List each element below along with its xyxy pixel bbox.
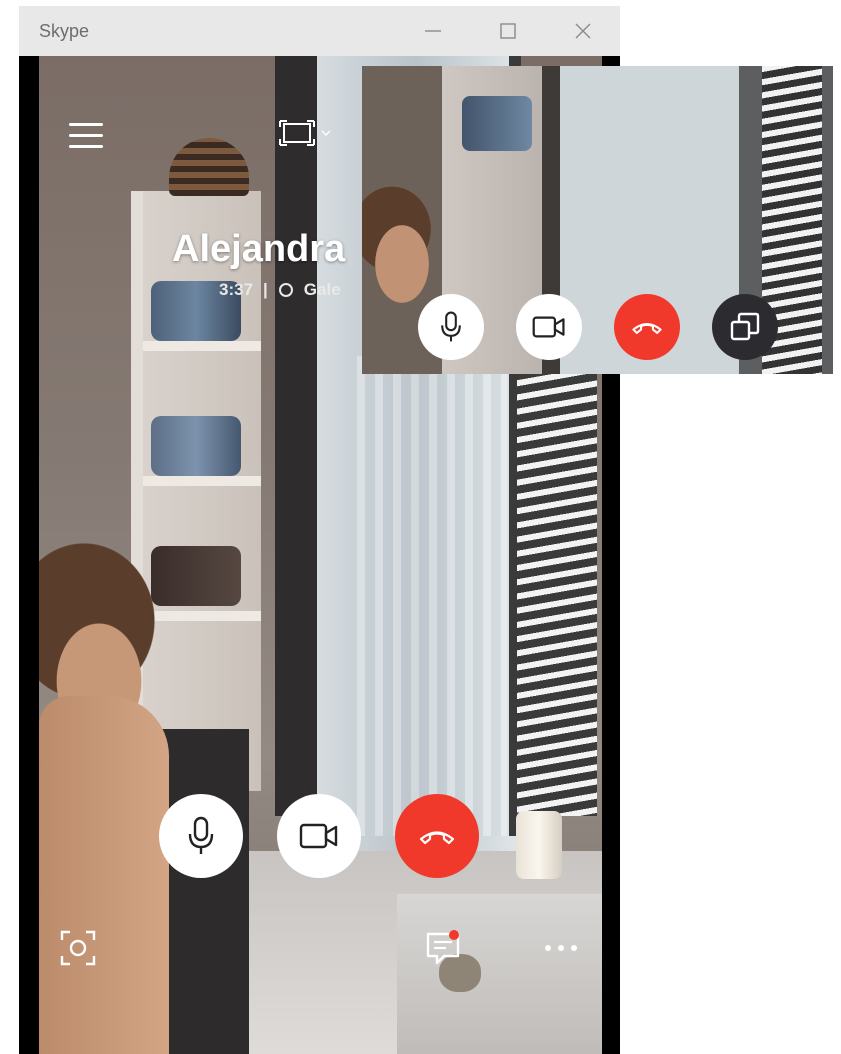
- minimize-button[interactable]: [395, 6, 470, 56]
- hang-up-button[interactable]: [395, 794, 479, 878]
- compact-video-toggle-button[interactable]: [516, 294, 582, 360]
- mini-scene-stuff: [462, 96, 532, 151]
- video-toggle-button[interactable]: [277, 794, 361, 878]
- chevron-down-icon: [321, 130, 331, 137]
- hamburger-menu-icon[interactable]: [69, 120, 103, 150]
- compact-call-window[interactable]: [362, 66, 833, 374]
- more-options-icon: [545, 945, 577, 951]
- hang-up-icon: [419, 831, 455, 845]
- video-scene-doorframe: [275, 56, 317, 816]
- call-controls: [159, 794, 479, 878]
- compact-call-controls: [418, 294, 778, 360]
- layout-switch-button[interactable]: [279, 120, 331, 146]
- bottom-toolbar: [39, 926, 602, 986]
- view-mode-label: Gale: [303, 280, 341, 299]
- info-separator: |: [263, 280, 268, 299]
- microphone-icon: [441, 311, 461, 342]
- app-title: Skype: [39, 20, 90, 41]
- video-camera-icon: [299, 823, 338, 849]
- restore-window-icon: [730, 312, 760, 341]
- close-button[interactable]: [545, 6, 620, 56]
- video-scene-candle: [516, 811, 562, 879]
- video-scene-blinds: [517, 366, 597, 816]
- more-options-button[interactable]: [539, 926, 583, 970]
- close-icon: [575, 23, 590, 39]
- maximize-icon: [499, 23, 516, 39]
- window-controls: [395, 6, 620, 56]
- snapshot-button[interactable]: [56, 926, 100, 970]
- unread-badge: [449, 930, 459, 940]
- chat-button[interactable]: [421, 926, 465, 970]
- hang-up-icon: [632, 323, 662, 334]
- mute-button[interactable]: [159, 794, 243, 878]
- call-info: 3:37 | Gale: [219, 280, 341, 300]
- call-duration: 3:37: [219, 280, 254, 299]
- restore-window-button[interactable]: [712, 294, 778, 360]
- title-bar: Skype: [19, 6, 620, 56]
- gallery-icon: [278, 283, 293, 297]
- caller-name: Alejandra: [172, 228, 346, 270]
- video-scene-curtain: [357, 356, 507, 836]
- camera-snapshot-icon: [60, 930, 96, 966]
- video-scene-arm: [39, 696, 169, 1054]
- minimize-icon: [424, 30, 441, 32]
- compact-hang-up-button[interactable]: [614, 294, 680, 360]
- microphone-icon: [188, 816, 214, 854]
- screen-layout-icon: [279, 120, 315, 146]
- maximize-button[interactable]: [470, 6, 545, 56]
- compact-mute-button[interactable]: [418, 294, 484, 360]
- video-camera-icon: [532, 316, 565, 338]
